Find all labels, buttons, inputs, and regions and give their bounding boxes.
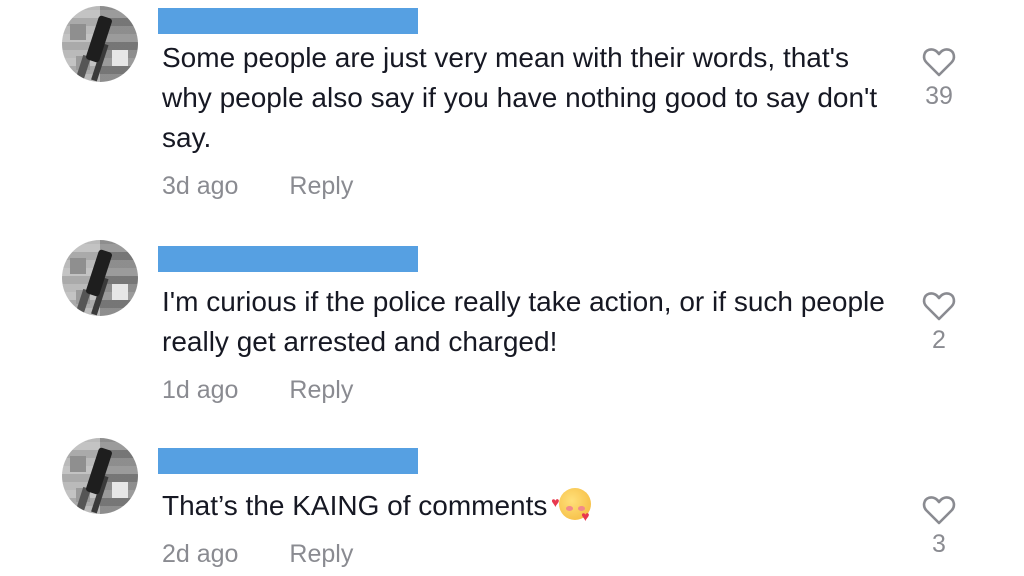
username-redacted[interactable] <box>158 448 418 474</box>
comment-text-body: That’s the KAING of comments <box>162 490 548 521</box>
smiling-face-with-hearts-icon <box>551 482 592 522</box>
comment-meta: 1d ago Reply <box>162 376 353 405</box>
like-button[interactable]: 3 <box>914 494 964 559</box>
reply-button[interactable]: Reply <box>289 540 353 569</box>
avatar[interactable] <box>62 240 138 316</box>
comment-timestamp: 3d ago <box>162 172 239 200</box>
reply-button[interactable]: Reply <box>289 172 353 201</box>
avatar[interactable] <box>62 438 138 514</box>
comment-timestamp: 2d ago <box>162 540 239 568</box>
comment-text: Some people are just very mean with thei… <box>162 42 878 153</box>
comment-timestamp: 1d ago <box>162 376 239 404</box>
heart-icon <box>922 48 956 77</box>
username-redacted[interactable] <box>158 246 418 272</box>
username-redacted[interactable] <box>158 8 418 34</box>
comment-meta: 3d ago Reply <box>162 172 353 201</box>
like-count: 2 <box>932 326 946 354</box>
comment-text: I'm curious if the police really take ac… <box>162 286 885 357</box>
avatar[interactable] <box>62 6 138 82</box>
like-count: 3 <box>932 530 946 558</box>
like-button[interactable]: 39 <box>914 46 964 111</box>
heart-icon <box>922 292 956 321</box>
comment-text: That’s the KAING of comments <box>162 482 892 526</box>
like-button[interactable]: 2 <box>914 290 964 355</box>
heart-icon <box>922 496 956 525</box>
reply-button[interactable]: Reply <box>289 376 353 405</box>
like-count: 39 <box>925 82 953 110</box>
comment-meta: 2d ago Reply <box>162 540 353 569</box>
